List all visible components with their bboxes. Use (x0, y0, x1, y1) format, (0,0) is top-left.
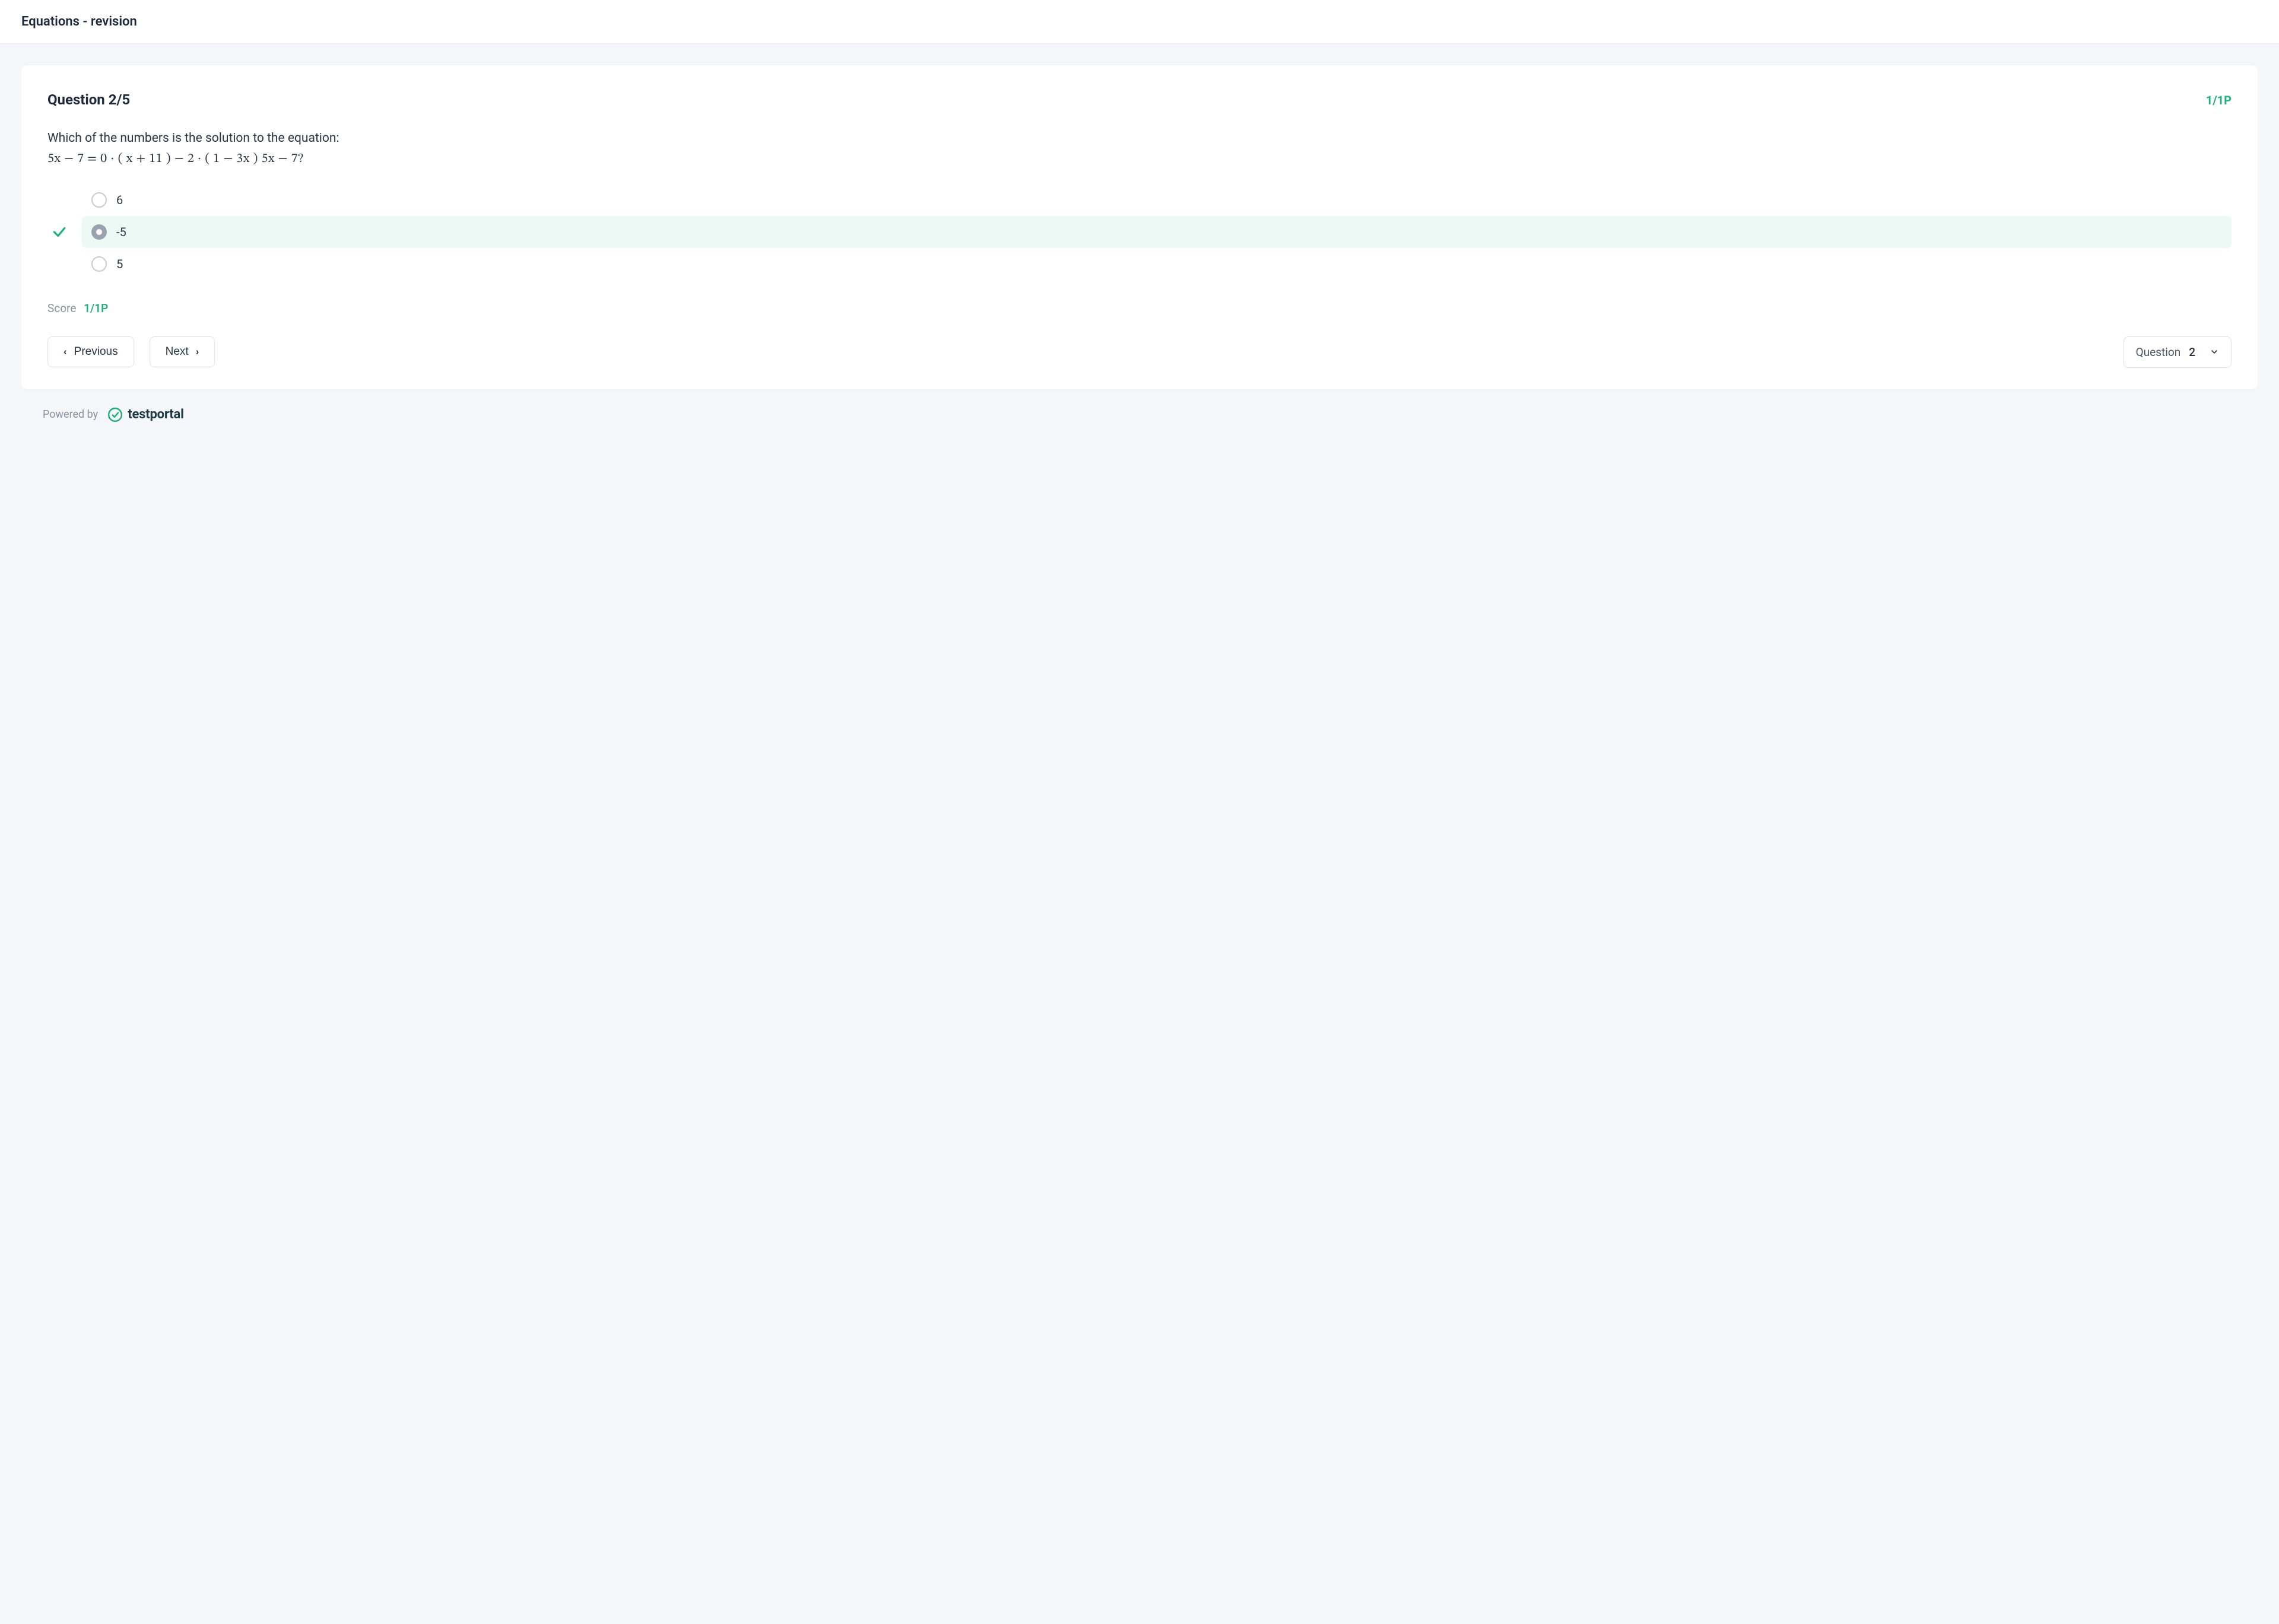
option-label: -5 (116, 225, 126, 239)
question-select[interactable]: Question 2 (2124, 336, 2232, 368)
option-label: 5 (116, 257, 123, 271)
nav-left: ‹ Previous Next › (47, 336, 215, 367)
option-body[interactable]: 6 (82, 184, 2232, 216)
previous-button[interactable]: ‹ Previous (47, 336, 134, 367)
chevron-left-icon: ‹ (64, 346, 67, 358)
brand-check-icon (107, 407, 123, 422)
radio-icon (91, 224, 107, 240)
options-list: 6 -5 5 (47, 184, 2232, 280)
next-button[interactable]: Next › (150, 336, 215, 367)
question-text: Which of the numbers is the solution to … (47, 129, 2232, 148)
check-icon (52, 224, 67, 240)
brand-name: testportal (128, 407, 184, 422)
option-correct-indicator (47, 224, 71, 240)
chevron-down-icon (2210, 347, 2219, 357)
next-button-label: Next (166, 345, 189, 358)
card-top-row: Question 2/5 1/1P (47, 91, 2232, 108)
question-select-value: 2 (2189, 345, 2195, 359)
page-title: Equations - revision (21, 14, 2258, 29)
radio-icon (91, 192, 107, 208)
previous-button-label: Previous (74, 345, 118, 358)
option-row: 6 (47, 184, 2232, 216)
page-body: Question 2/5 1/1P Which of the numbers i… (0, 44, 2279, 468)
question-number-label: Question 2/5 (47, 91, 130, 108)
radio-icon (91, 256, 107, 272)
option-row: -5 (47, 216, 2232, 248)
option-body[interactable]: 5 (82, 248, 2232, 280)
option-body[interactable]: -5 (82, 216, 2232, 248)
points-earned: 1/1P (2206, 93, 2232, 107)
score-row: Score 1/1P (47, 301, 2232, 315)
score-label: Score (47, 301, 76, 315)
option-label: 6 (116, 193, 123, 207)
question-card: Question 2/5 1/1P Which of the numbers i… (21, 65, 2258, 389)
question-select-label: Question (2136, 345, 2181, 359)
nav-row: ‹ Previous Next › Question 2 (47, 336, 2232, 368)
question-equation: 5x − 7 = 0 · ( x + 11 ) − 2 · ( 1 − 3x )… (47, 151, 2232, 167)
option-row: 5 (47, 248, 2232, 280)
chevron-right-icon: › (196, 346, 199, 358)
page-header: Equations - revision (0, 0, 2279, 44)
score-value: 1/1P (84, 301, 108, 315)
powered-by-label: Powered by (43, 408, 98, 421)
brand-logo[interactable]: testportal (107, 407, 184, 422)
footer: Powered by testportal (21, 389, 2258, 446)
